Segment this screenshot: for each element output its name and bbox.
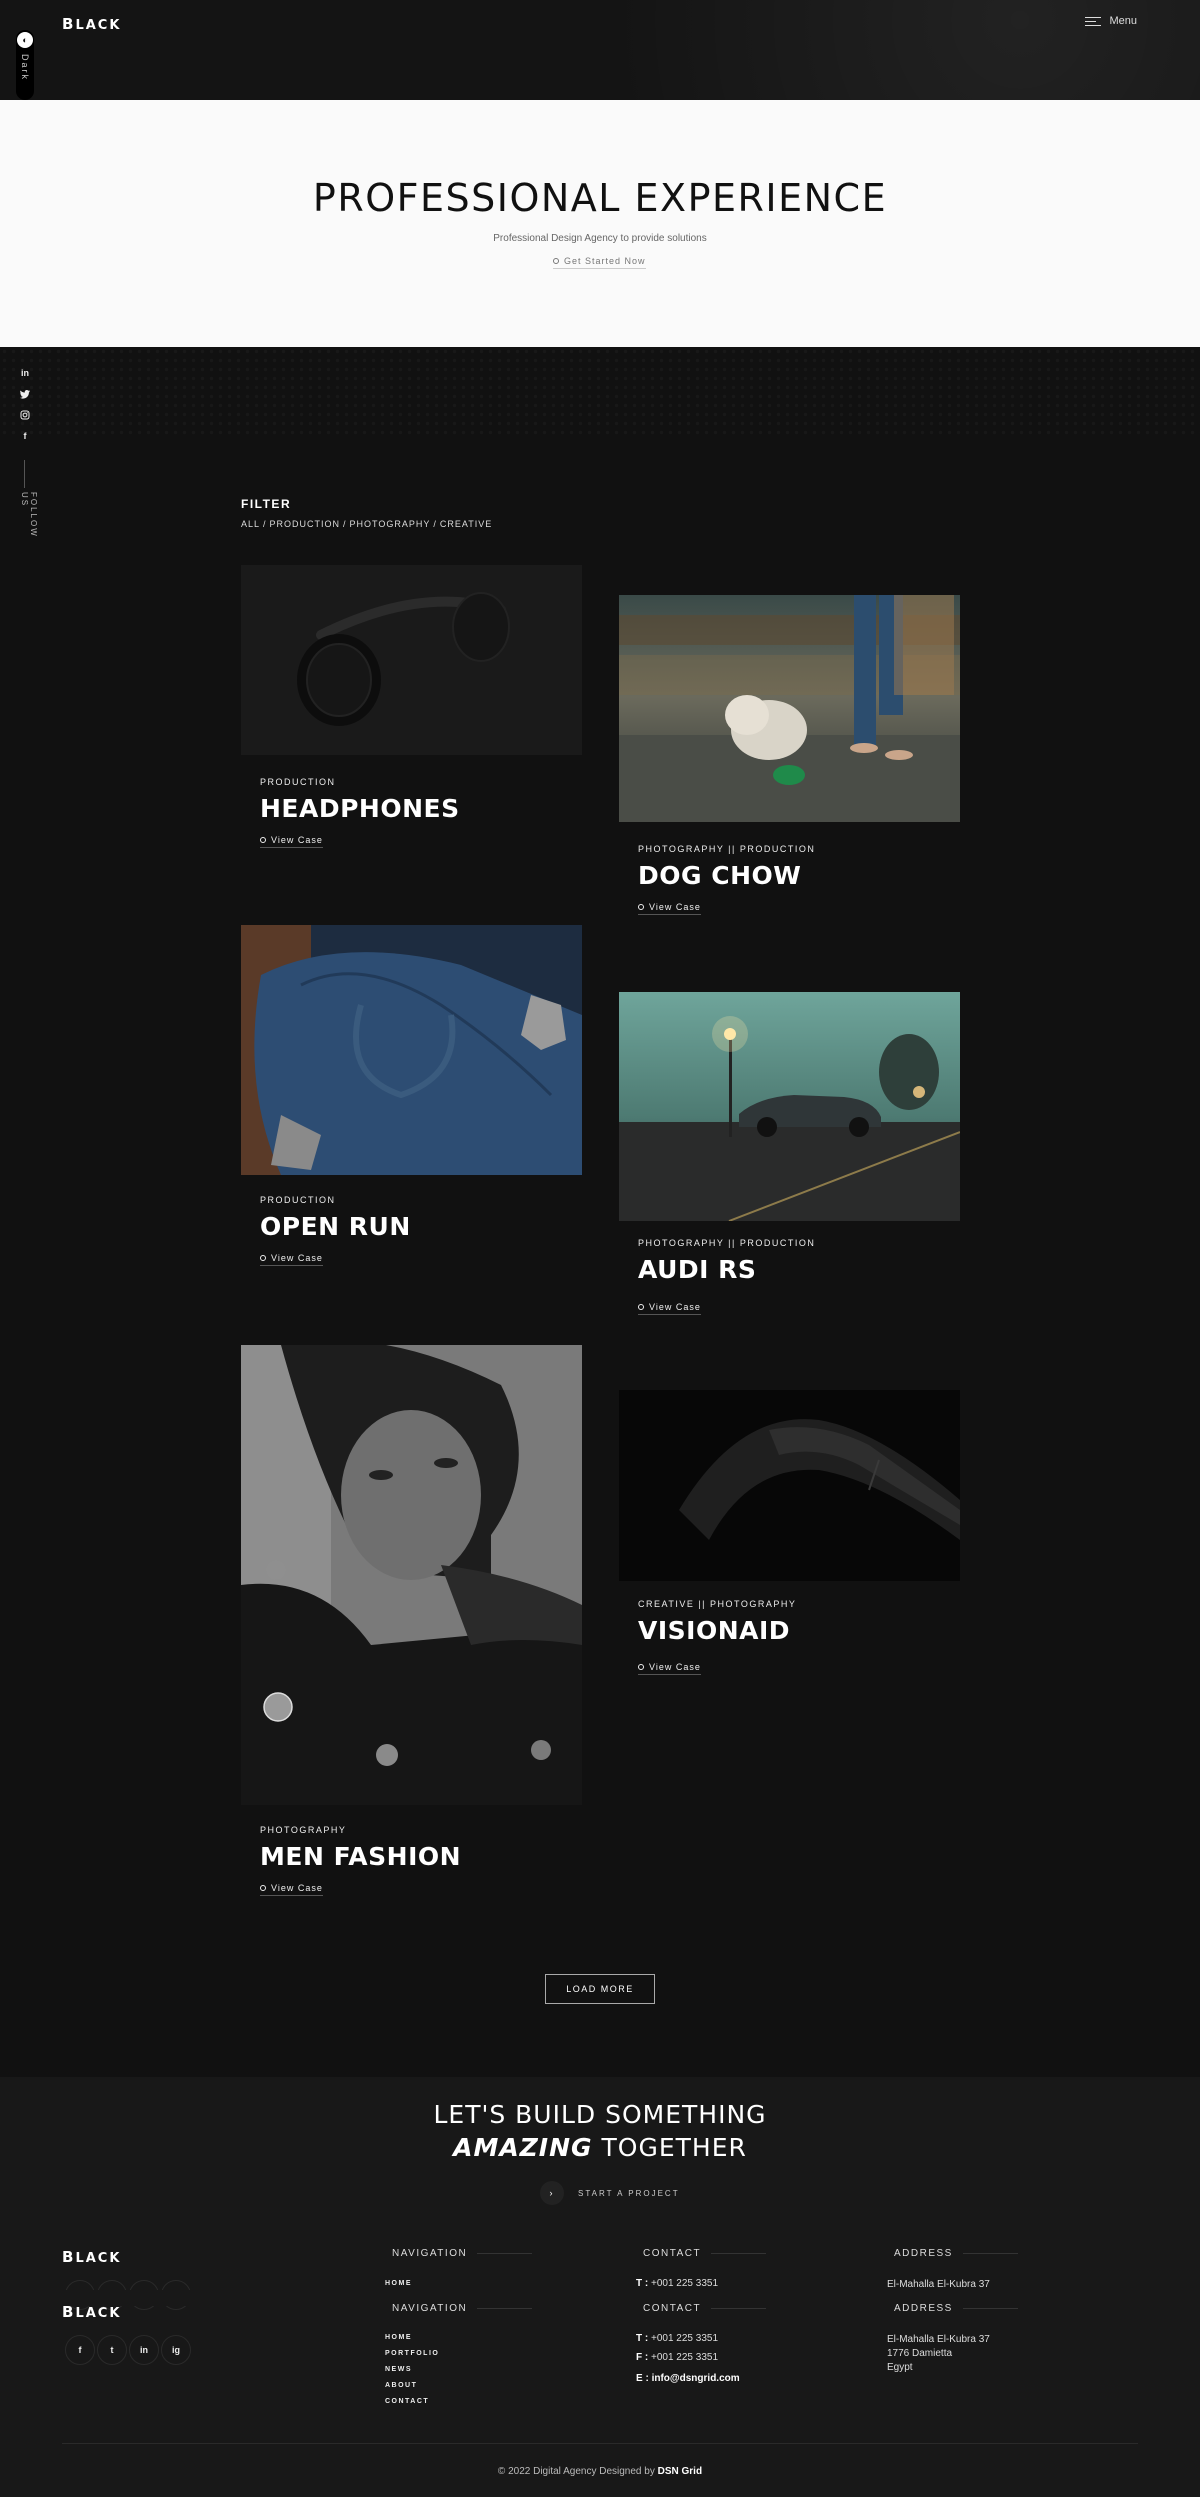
hero-section: PROFESSIONAL EXPERIENCE Professional Des…: [0, 100, 1200, 347]
footer-nav-news[interactable]: NEWS: [385, 2366, 412, 2373]
filter-title: FILTER: [241, 497, 292, 511]
footer-logo[interactable]: BLACK: [62, 2248, 121, 2266]
footer-twitter-icon[interactable]: t: [97, 2335, 127, 2365]
dark-mode-label: Dark: [20, 54, 30, 82]
filter-photography[interactable]: PHOTOGRAPHY: [350, 519, 431, 529]
facebook-icon[interactable]: f: [19, 431, 31, 441]
instagram-icon[interactable]: [19, 410, 31, 420]
footer-divider: [62, 2443, 1138, 2444]
project-title: DOG CHOW: [638, 861, 802, 890]
circle-icon: [638, 1304, 644, 1310]
footer-overlap-mask: [0, 2290, 1200, 2306]
view-case-link[interactable]: View Case: [638, 1662, 701, 1675]
project-category: PHOTOGRAPHY || PRODUCTION: [638, 1238, 816, 1248]
follow-us-label: FOLLOW US: [20, 492, 38, 538]
dog-chow-image[interactable]: [619, 595, 960, 822]
circle-icon: [260, 837, 266, 843]
page-title: PROFESSIONAL EXPERIENCE: [312, 176, 888, 220]
linkedin-icon[interactable]: in: [19, 368, 31, 378]
footer-nav-contact[interactable]: CONTACT: [385, 2398, 429, 2405]
footer-linkedin-icon[interactable]: in: [129, 2335, 159, 2365]
view-case-link[interactable]: View Case: [638, 902, 701, 915]
open-run-image[interactable]: [241, 925, 582, 1175]
project-category: PRODUCTION: [260, 777, 336, 787]
start-project-button[interactable]: › START A PROJECT: [540, 2181, 680, 2205]
dark-mode-toggle[interactable]: ◐ Dark: [16, 30, 34, 100]
footer-nav-portfolio[interactable]: PORTFOLIO: [385, 2350, 439, 2357]
get-started-link[interactable]: Get Started Now: [553, 256, 646, 269]
dots-background: [0, 347, 1200, 437]
view-case-link[interactable]: View Case: [260, 1253, 323, 1266]
load-more-button[interactable]: LOAD MORE: [545, 1974, 655, 2004]
footer-instagram-icon[interactable]: ig: [161, 2335, 191, 2365]
footer-address-line3: Egypt: [887, 2362, 913, 2373]
audi-rs-image[interactable]: [619, 992, 960, 1221]
project-category: PHOTOGRAPHY || PRODUCTION: [638, 844, 816, 854]
follow-divider: [24, 460, 25, 488]
contact-heading: CONTACT: [643, 2303, 767, 2314]
menu-label: Menu: [1109, 15, 1137, 27]
navigation-heading: NAVIGATION: [392, 2303, 533, 2314]
view-case-link[interactable]: View Case: [260, 835, 323, 848]
project-title: MEN FASHION: [260, 1842, 462, 1871]
footer-nav-about[interactable]: ABOUT: [385, 2382, 417, 2389]
cta-heading-line1: LET'S BUILD SOMETHING: [433, 2100, 767, 2129]
footer-address-line1: El-Mahalla El-Kubra 37: [887, 2279, 990, 2290]
navigation-heading: NAVIGATION: [392, 2248, 533, 2259]
footer-nav-home[interactable]: HOME: [385, 2334, 412, 2341]
address-heading: ADDRESS: [894, 2303, 1018, 2314]
cta-heading-line2: AMAZING TOGETHER: [453, 2133, 747, 2162]
address-heading: ADDRESS: [894, 2248, 1018, 2259]
logo[interactable]: BLACK: [62, 15, 121, 33]
social-sidebar: in f: [19, 368, 31, 441]
men-fashion-image[interactable]: [241, 1345, 582, 1805]
twitter-icon[interactable]: [19, 389, 31, 399]
circle-icon: [553, 258, 559, 264]
project-title: AUDI RS: [638, 1255, 757, 1284]
circle-icon: [260, 1885, 266, 1891]
footer-phone: T : +001 225 3351: [636, 2333, 719, 2344]
footer-address-line1: El-Mahalla El-Kubra 37: [887, 2334, 990, 2345]
footer-logo[interactable]: BLACK: [62, 2303, 121, 2321]
circle-icon: [260, 1255, 266, 1261]
view-case-link[interactable]: View Case: [638, 1302, 701, 1315]
filter-list: ALL / PRODUCTION / PHOTOGRAPHY / CREATIV…: [241, 519, 493, 529]
footer-facebook-icon[interactable]: f: [65, 2335, 95, 2365]
project-title: HEADPHONES: [260, 794, 460, 823]
footer-fax: F : +001 225 3351: [636, 2352, 719, 2363]
footer-nav-home[interactable]: HOME: [385, 2280, 412, 2287]
filter-creative[interactable]: CREATIVE: [440, 519, 492, 529]
footer-address-line2: 1776 Damietta: [887, 2348, 953, 2359]
circle-icon: [638, 1664, 644, 1670]
top-header: BLACK Menu ◐ Dark: [0, 0, 1200, 100]
menu-button[interactable]: Menu: [1085, 15, 1137, 27]
project-category: PHOTOGRAPHY: [260, 1825, 347, 1835]
footer-phone: T : +001 225 3351: [636, 2278, 719, 2289]
chevron-right-icon: ›: [540, 2181, 564, 2205]
filter-all[interactable]: ALL: [241, 519, 260, 529]
headphones-image[interactable]: [241, 565, 582, 755]
project-title: VISIONAID: [638, 1616, 791, 1645]
view-case-link[interactable]: View Case: [260, 1883, 323, 1896]
project-category: PRODUCTION: [260, 1195, 336, 1205]
project-title: OPEN RUN: [260, 1212, 411, 1241]
project-category: CREATIVE || PHOTOGRAPHY: [638, 1599, 797, 1609]
hero-subtitle: Professional Design Agency to provide so…: [493, 233, 707, 244]
copyright: © 2022 Digital Agency Designed by DSN Gr…: [497, 2466, 703, 2477]
filter-production[interactable]: PRODUCTION: [270, 519, 341, 529]
circle-icon: [638, 904, 644, 910]
moon-icon: ◐: [17, 32, 33, 48]
footer-email[interactable]: E : info@dsngrid.com: [636, 2373, 740, 2384]
contact-heading: CONTACT: [643, 2248, 767, 2259]
hamburger-icon: [1085, 16, 1102, 26]
visionaid-image[interactable]: [619, 1390, 960, 1581]
